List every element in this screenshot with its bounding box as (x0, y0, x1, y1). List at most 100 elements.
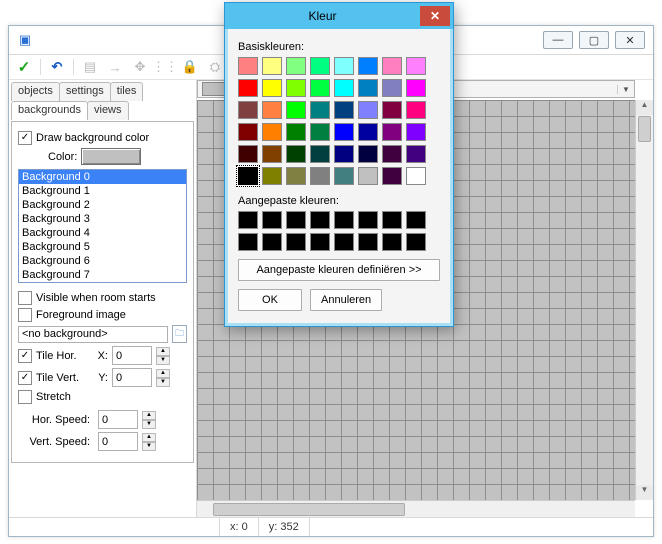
basic-color-swatch[interactable] (382, 123, 402, 141)
basic-color-swatch[interactable] (406, 101, 426, 119)
vertical-scrollbar[interactable]: ▲ ▼ (635, 100, 653, 500)
gear-icon[interactable]: ⛭ (206, 58, 224, 76)
tab-objects[interactable]: objects (11, 82, 60, 101)
basic-color-swatch[interactable] (382, 101, 402, 119)
basic-color-swatch[interactable] (286, 101, 306, 119)
define-custom-colors-button[interactable]: Aangepaste kleuren definiëren >> (238, 259, 440, 281)
background-resource-input[interactable] (18, 326, 168, 343)
lock-icon[interactable]: 🔒 (181, 58, 199, 76)
background-list-item[interactable]: Background 6 (19, 254, 186, 268)
basic-color-swatch[interactable] (334, 101, 354, 119)
color-dialog-titlebar[interactable]: Kleur ✕ (225, 3, 453, 29)
tile-vert-checkbox[interactable] (18, 371, 32, 385)
custom-color-swatch[interactable] (358, 233, 378, 251)
basic-color-swatch[interactable] (286, 145, 306, 163)
background-list-item[interactable]: Background 1 (19, 184, 186, 198)
custom-color-swatch[interactable] (382, 233, 402, 251)
basic-color-swatch[interactable] (358, 167, 378, 185)
basic-color-swatch[interactable] (310, 145, 330, 163)
basic-color-swatch[interactable] (382, 167, 402, 185)
x-stepper[interactable]: ▲▼ (156, 347, 170, 365)
basic-color-swatch[interactable] (406, 167, 426, 185)
custom-color-swatch[interactable] (310, 233, 330, 251)
custom-color-swatch[interactable] (382, 211, 402, 229)
y-stepper[interactable]: ▲▼ (156, 369, 170, 387)
tab-tiles[interactable]: tiles (110, 82, 144, 101)
basic-color-swatch[interactable] (310, 167, 330, 185)
basic-color-swatch[interactable] (262, 123, 282, 141)
maximize-button[interactable]: ▢ (579, 31, 609, 49)
foreground-checkbox[interactable] (18, 308, 32, 322)
basic-color-swatch[interactable] (238, 145, 258, 163)
basic-color-swatch[interactable] (334, 167, 354, 185)
scroll-up-icon[interactable]: ▲ (636, 100, 653, 115)
page-icon[interactable]: ▤ (81, 58, 99, 76)
grid-icon[interactable]: ⋮⋮ (156, 58, 174, 76)
move-icon[interactable]: ✥ (131, 58, 149, 76)
vertical-scroll-thumb[interactable] (638, 116, 651, 142)
basic-color-swatch[interactable] (334, 79, 354, 97)
basic-color-swatch[interactable] (238, 101, 258, 119)
arrow-right-icon[interactable]: → (106, 58, 124, 76)
custom-color-swatch[interactable] (358, 211, 378, 229)
basic-color-swatch[interactable] (310, 57, 330, 75)
basic-color-swatch[interactable] (262, 57, 282, 75)
basic-color-swatch[interactable] (238, 123, 258, 141)
basic-color-swatch[interactable] (358, 123, 378, 141)
close-icon[interactable]: ✕ (420, 6, 450, 26)
basic-color-swatch[interactable] (238, 57, 258, 75)
basic-color-swatch[interactable] (358, 145, 378, 163)
undo-icon[interactable]: ↶ (48, 58, 66, 76)
basic-color-swatch[interactable] (286, 79, 306, 97)
basic-color-swatch[interactable] (382, 145, 402, 163)
hspeed-stepper[interactable]: ▲▼ (142, 411, 156, 429)
horizontal-scroll-thumb[interactable] (213, 503, 405, 516)
background-list-item[interactable]: Background 3 (19, 212, 186, 226)
basic-color-swatch[interactable] (262, 167, 282, 185)
custom-color-swatch[interactable] (334, 233, 354, 251)
basic-color-swatch[interactable] (358, 57, 378, 75)
custom-color-swatch[interactable] (286, 233, 306, 251)
basic-color-swatch[interactable] (406, 123, 426, 141)
custom-color-swatch[interactable] (238, 211, 258, 229)
custom-color-swatch[interactable] (334, 211, 354, 229)
basic-color-swatch[interactable] (358, 101, 378, 119)
custom-color-swatch[interactable] (406, 211, 426, 229)
basic-color-swatch[interactable] (262, 101, 282, 119)
background-list-item[interactable]: Background 4 (19, 226, 186, 240)
basic-color-swatch[interactable] (286, 123, 306, 141)
confirm-icon[interactable]: ✓ (15, 58, 33, 76)
ok-button[interactable]: OK (238, 289, 302, 311)
tab-backgrounds[interactable]: backgrounds (11, 101, 88, 120)
basic-color-swatch[interactable] (406, 79, 426, 97)
custom-color-swatch[interactable] (286, 211, 306, 229)
custom-color-swatch[interactable] (262, 233, 282, 251)
x-input[interactable]: 0 (112, 346, 152, 365)
basic-color-swatch[interactable] (262, 145, 282, 163)
background-list-item[interactable]: Background 0 (19, 170, 186, 184)
browse-icon[interactable]: 🗀 (172, 325, 187, 343)
basic-color-swatch[interactable] (334, 123, 354, 141)
basic-color-swatch[interactable] (334, 57, 354, 75)
close-button[interactable]: ✕ (615, 31, 645, 49)
basic-color-swatch[interactable] (238, 167, 258, 185)
basic-color-swatch[interactable] (262, 79, 282, 97)
custom-color-swatch[interactable] (406, 233, 426, 251)
visible-checkbox[interactable] (18, 291, 32, 305)
basic-color-swatch[interactable] (310, 123, 330, 141)
basic-color-swatch[interactable] (286, 57, 306, 75)
y-input[interactable]: 0 (112, 368, 152, 387)
vspeed-stepper[interactable]: ▲▼ (142, 433, 156, 451)
custom-color-swatch[interactable] (310, 211, 330, 229)
tab-views[interactable]: views (87, 101, 129, 120)
vspeed-input[interactable]: 0 (98, 432, 138, 451)
background-list-item[interactable]: Background 5 (19, 240, 186, 254)
background-list-item[interactable]: Background 2 (19, 198, 186, 212)
custom-color-swatch[interactable] (262, 211, 282, 229)
background-list-item[interactable]: Background 7 (19, 268, 186, 282)
custom-color-swatch[interactable] (238, 233, 258, 251)
basic-color-swatch[interactable] (382, 79, 402, 97)
basic-color-swatch[interactable] (382, 57, 402, 75)
basic-color-swatch[interactable] (310, 101, 330, 119)
draw-bg-checkbox[interactable] (18, 131, 32, 145)
